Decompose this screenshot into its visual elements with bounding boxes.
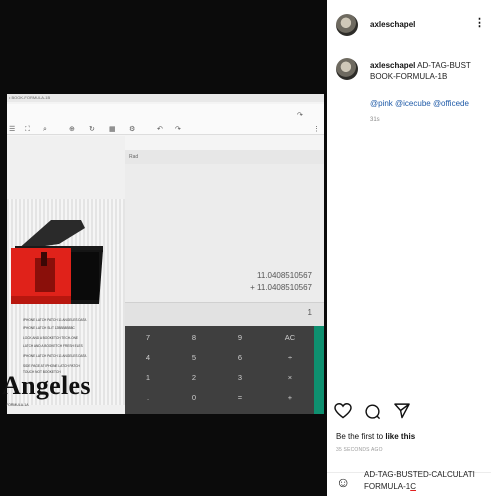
key-4[interactable]: 4	[125, 348, 171, 368]
comment-input-line1[interactable]: AD-TAG-BUSTED-CALCULATI	[364, 470, 491, 480]
screenshot-window: • BOOK-FORMULA-1B ☰ ⛶ ⌕ ⊕ ↻ ▦ ⚙ ↶ ↷ ↷ ⋮ …	[7, 94, 324, 414]
comment-text-part: FORMULA-1	[364, 482, 411, 491]
calc-mode-label: Rad	[125, 150, 324, 164]
more-options-icon[interactable]: ⋮	[474, 16, 485, 29]
fit-icon: ⛶	[25, 126, 30, 133]
calc-result-line2: + 11.0408510567	[250, 283, 312, 292]
redo-icon: ↷	[175, 126, 181, 133]
key-multiply[interactable]: ×	[267, 368, 313, 388]
likes-line: Be the first to like this	[336, 432, 415, 441]
key-7[interactable]: 7	[125, 328, 171, 348]
grid-icon: ▦	[109, 126, 116, 133]
caption-mentions[interactable]: @pink @icecube @officede	[370, 99, 469, 108]
emoji-icon[interactable]: ☺	[336, 474, 350, 490]
calc-input-row	[125, 302, 324, 327]
calc-accent-strip	[314, 326, 324, 414]
doc-line: LOCK AND A BOOKETCH TECH-ONE	[23, 336, 79, 340]
key-decimal[interactable]: .	[125, 388, 171, 408]
viewer-toolbar: ☰ ⛶ ⌕ ⊕ ↻ ▦ ⚙ ↶ ↷ ↷ ⋮	[7, 104, 324, 135]
more-vert-icon: ⋮	[313, 126, 320, 133]
key-9[interactable]: 9	[217, 328, 263, 348]
calc-result-line1: 11.0408510567	[256, 271, 312, 280]
doc-line: SIDE PAGE AT IPHONE LATCH PATCH	[23, 364, 80, 368]
doc-line: IPHONE LATCH PATCH 11 ANGELES DATA	[23, 318, 87, 322]
comment-icon[interactable]	[364, 403, 381, 420]
avatar[interactable]	[336, 14, 358, 36]
key-8[interactable]: 8	[171, 328, 217, 348]
post-media[interactable]: • BOOK-FORMULA-1B ☰ ⛶ ⌕ ⊕ ↻ ▦ ⚙ ↶ ↷ ↷ ⋮ …	[0, 0, 327, 496]
heart-icon[interactable]	[334, 403, 352, 419]
post-timestamp: 35 SECONDS AGO	[336, 447, 383, 453]
doc-line: IPHONE LATCH PATCH 11 ANGELES DATA	[23, 354, 87, 358]
window-title: • BOOK-FORMULA-1B	[7, 94, 324, 102]
calc-input-value: 1	[307, 308, 312, 317]
key-6[interactable]: 6	[217, 348, 263, 368]
comment-text-cursor-part: C	[410, 482, 417, 491]
caption-time: 31s	[370, 117, 380, 123]
angeles-subtitle: FORMULA-1A	[6, 403, 29, 407]
calc-keypad: 7 8 9 AC 4 5 6 ÷ 1 2 3 × . 0 = +	[125, 326, 324, 414]
doc-line: IPHONE LATCH SLIT 12BBB8BB8C	[23, 326, 75, 330]
caption-text: AD-TAG-BUST	[417, 61, 471, 70]
key-1[interactable]: 1	[125, 368, 171, 388]
undo-icon: ↶	[157, 126, 163, 133]
calc-result: 11.0408510567 + 11.0408510567	[250, 270, 312, 294]
key-0[interactable]: 0	[171, 388, 217, 408]
zoom-in-icon: ⊕	[69, 126, 75, 133]
key-2[interactable]: 2	[171, 368, 217, 388]
caption-text-line2: BOOK-FORMULA-1B	[370, 72, 448, 81]
likes-prefix: Be the first to	[336, 432, 386, 441]
post-username[interactable]: axleschapel	[370, 20, 415, 29]
doc-line: LATCH AND A BOOKETCH FRESH ELES	[23, 344, 83, 348]
key-ac[interactable]: AC	[267, 328, 313, 348]
rotate-icon: ↻	[89, 126, 95, 133]
calculator-app: Rad 7 8 9 AC 4 5 6 ÷ 1 2 3 × . 0 = + 11.…	[125, 150, 324, 414]
comment-input-line2[interactable]: FORMULA-1C	[364, 482, 416, 492]
angeles-headline: Angeles	[2, 371, 91, 400]
share-icon[interactable]	[393, 402, 411, 419]
settings-icon: ⚙	[129, 126, 136, 133]
key-plus[interactable]: +	[267, 388, 313, 408]
menu-icon: ☰	[9, 126, 16, 133]
caption: axleschapel AD-TAG-BUST	[370, 61, 491, 71]
caption-username[interactable]: axleschapel	[370, 61, 415, 70]
zoom-icon: ⌕	[43, 126, 47, 133]
key-equals[interactable]: =	[217, 388, 263, 408]
key-divide[interactable]: ÷	[267, 348, 313, 368]
red-device-image	[11, 220, 103, 304]
key-3[interactable]: 3	[217, 368, 263, 388]
key-5[interactable]: 5	[171, 348, 217, 368]
caption-avatar[interactable]	[336, 58, 358, 80]
like-this-link[interactable]: like this	[385, 432, 415, 441]
redo-icon-2: ↷	[297, 112, 303, 119]
